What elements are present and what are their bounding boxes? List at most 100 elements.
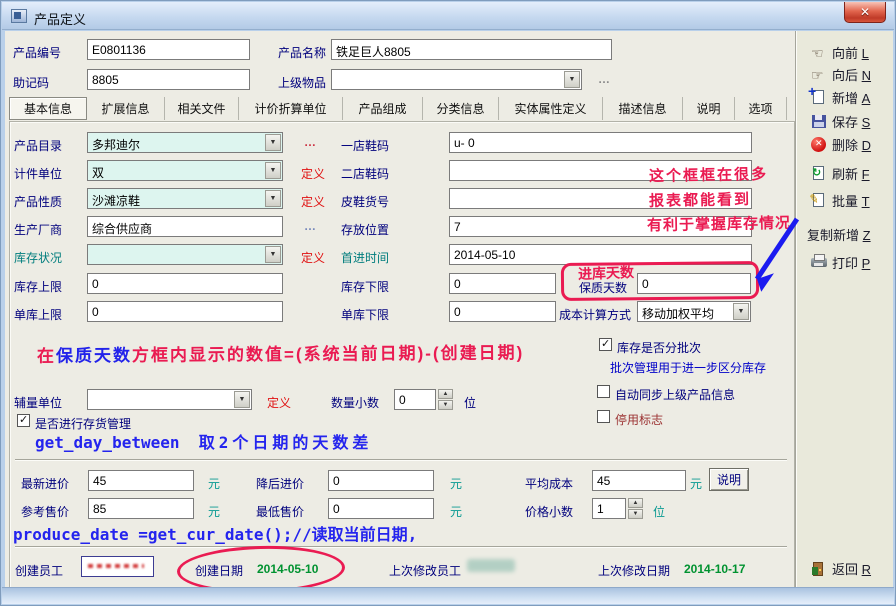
stock-upper-label: 库存上限 xyxy=(14,278,62,295)
window-bottom-edge xyxy=(2,587,894,604)
annotation-blue-arrow xyxy=(733,213,807,299)
manufacturer-more-button[interactable]: … xyxy=(304,219,317,233)
price-decimal-input[interactable]: 1 xyxy=(592,498,626,519)
first-in-label: 首进时间 xyxy=(341,249,389,266)
reduced-price-unit: 元 xyxy=(450,475,462,492)
hand-right-icon: ☞ xyxy=(811,67,827,83)
stock-upper-input[interactable]: 0 xyxy=(87,273,283,294)
close-button[interactable]: ✕ xyxy=(844,2,886,23)
cost-method-combo[interactable]: 移动加权平均 ▼ xyxy=(637,301,751,322)
shoe-code1-label: 一店鞋码 xyxy=(341,137,389,154)
shoe-code1-input[interactable]: u- 0 xyxy=(449,132,752,153)
prev-button[interactable]: ☜ 向前 L xyxy=(811,43,869,62)
stop-flag-label: 停用标志 xyxy=(615,411,663,428)
reduced-price-input[interactable]: 0 xyxy=(328,470,434,491)
annotation-code-line: produce_date =get_cur_date();//读取当前日期, xyxy=(13,521,417,545)
modifier-label: 上次修改员工 xyxy=(389,562,461,579)
stock-status-define-link[interactable]: 定义 xyxy=(301,249,325,266)
batch-note: 批次管理用于进一步区分库存 xyxy=(610,359,766,376)
batch-checkbox[interactable] xyxy=(599,338,612,351)
product-code-label: 产品编号 xyxy=(13,44,61,61)
qty-decimal-unit: 位 xyxy=(464,394,476,411)
explain-button[interactable]: 说明 xyxy=(709,468,749,491)
catalog-more-button[interactable]: … xyxy=(304,135,317,149)
cost-method-value: 移动加权平均 xyxy=(642,307,714,321)
dropdown-arrow-icon[interactable]: ▼ xyxy=(234,391,250,408)
aux-unit-combo[interactable]: ▼ xyxy=(87,389,252,410)
tab-basic-info[interactable]: 基本信息 xyxy=(9,97,87,120)
bin-upper-input[interactable]: 0 xyxy=(87,301,283,322)
dropdown-arrow-icon[interactable]: ▼ xyxy=(265,162,281,179)
mnemonic-input[interactable]: 8805 xyxy=(87,69,250,90)
stock-status-combo[interactable]: ▼ xyxy=(87,244,283,265)
qty-decimal-input[interactable]: 0 xyxy=(394,389,436,410)
manufacturer-input[interactable]: 综合供应商 xyxy=(87,216,283,237)
tab-classification[interactable]: 分类信息 xyxy=(423,97,499,120)
avg-cost-label: 平均成本 xyxy=(525,475,573,492)
stop-flag-checkbox[interactable] xyxy=(597,410,610,423)
unit-label: 计件单位 xyxy=(14,165,62,182)
parent-item-combo[interactable]: ▼ xyxy=(331,69,582,90)
tab-product-composition[interactable]: 产品组成 xyxy=(343,97,423,120)
dropdown-arrow-icon[interactable]: ▼ xyxy=(265,246,281,263)
dropdown-arrow-icon[interactable]: ▼ xyxy=(733,303,749,320)
spin-down-icon: ▼ xyxy=(438,400,453,410)
separator-line xyxy=(15,546,787,548)
modified-date-label: 上次修改日期 xyxy=(598,562,670,579)
save-button[interactable]: 保存 S xyxy=(811,112,870,131)
aux-unit-define-link[interactable]: 定义 xyxy=(267,394,291,411)
batch-button[interactable]: 批量 T xyxy=(811,191,870,210)
lowest-price-label: 最低售价 xyxy=(256,503,304,520)
nature-combo[interactable]: 沙滩凉鞋 ▼ xyxy=(87,188,283,209)
manufacturer-label: 生产厂商 xyxy=(14,221,62,238)
product-definition-window: 产品定义 ✕ 产品编号 E0801136 产品名称 铁足巨人8805 助记码 8… xyxy=(0,0,896,606)
unit-combo[interactable]: 双 ▼ xyxy=(87,160,283,181)
delete-button[interactable]: 删除 D xyxy=(811,135,871,154)
copy-add-button[interactable]: 复制新增 Z xyxy=(807,225,871,244)
lowest-price-unit: 元 xyxy=(450,503,462,520)
dropdown-arrow-icon[interactable]: ▼ xyxy=(265,134,281,151)
location-label: 存放位置 xyxy=(341,221,389,238)
product-code-input[interactable]: E0801136 xyxy=(87,39,250,60)
tab-notes[interactable]: 说明 xyxy=(683,97,735,120)
unit-define-link[interactable]: 定义 xyxy=(301,165,325,182)
avg-cost-input[interactable]: 45 xyxy=(592,470,686,491)
nature-define-link[interactable]: 定义 xyxy=(301,193,325,210)
price-decimal-label: 价格小数 xyxy=(525,503,573,520)
catalog-label: 产品目录 xyxy=(14,137,62,154)
add-button[interactable]: 新增 A xyxy=(811,88,870,107)
next-button[interactable]: ☞ 向后 N xyxy=(811,65,871,84)
sync-checkbox[interactable] xyxy=(597,385,610,398)
tab-related-files[interactable]: 相关文件 xyxy=(165,97,239,120)
ref-price-input[interactable]: 85 xyxy=(88,498,194,519)
ref-price-label: 参考售价 xyxy=(21,503,69,520)
price-decimal-spinner[interactable]: ▲ ▼ xyxy=(628,498,643,519)
batch-edit-icon xyxy=(811,193,827,209)
bin-lower-label: 单库下限 xyxy=(341,306,389,323)
return-button[interactable]: 返回 R xyxy=(811,559,871,578)
creator-value-box xyxy=(81,556,154,577)
qty-decimal-spinner[interactable]: ▲ ▼ xyxy=(438,389,453,410)
tab-pricing-unit[interactable]: 计价折算单位 xyxy=(239,97,343,120)
tab-extended-info[interactable]: 扩展信息 xyxy=(87,97,165,120)
separator-line xyxy=(15,459,787,461)
delete-icon xyxy=(811,137,827,153)
bin-lower-input[interactable]: 0 xyxy=(449,301,556,322)
dropdown-arrow-icon[interactable]: ▼ xyxy=(265,190,281,207)
shoe-code2-label: 二店鞋码 xyxy=(341,165,389,182)
tab-options[interactable]: 选项 xyxy=(735,97,787,120)
parent-item-more-button[interactable]: … xyxy=(598,72,611,86)
stock-lower-input[interactable]: 0 xyxy=(449,273,556,294)
tab-entity-attributes[interactable]: 实体属性定义 xyxy=(499,97,603,120)
print-button[interactable]: 打印 P xyxy=(811,253,870,272)
catalog-combo[interactable]: 多邦迪尔 ▼ xyxy=(87,132,283,153)
new-page-icon xyxy=(811,90,827,106)
tab-description[interactable]: 描述信息 xyxy=(603,97,683,120)
refresh-icon xyxy=(811,166,827,182)
latest-price-input[interactable]: 45 xyxy=(88,470,194,491)
dropdown-arrow-icon[interactable]: ▼ xyxy=(564,71,580,88)
inventory-mgmt-checkbox[interactable] xyxy=(17,414,30,427)
lowest-price-input[interactable]: 0 xyxy=(328,498,434,519)
product-name-input[interactable]: 铁足巨人8805 xyxy=(331,39,612,60)
refresh-button[interactable]: 刷新 F xyxy=(811,164,870,183)
